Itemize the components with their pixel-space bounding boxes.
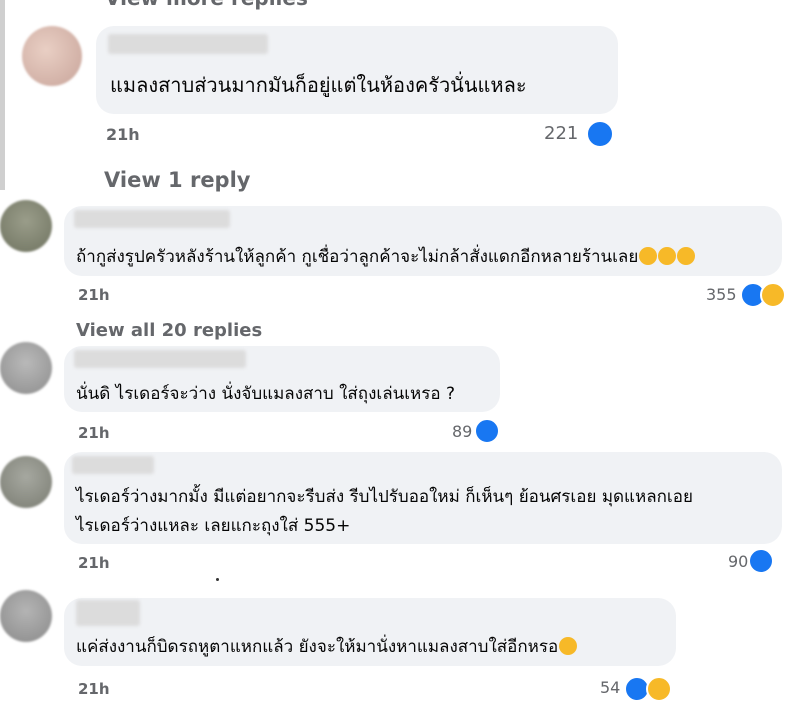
comment-text-line: ไรเดอร์ว่างแหละ เลยแกะถุงใส่ 555+ xyxy=(76,516,351,536)
comment-timestamp[interactable]: 21h xyxy=(78,554,110,572)
comment-text: ถ้ากูส่งรูปครัวหลังร้านให้ลูกค้า กูเชื่อ… xyxy=(76,244,696,270)
avatar[interactable] xyxy=(0,342,52,394)
view-all-replies-link[interactable]: View all 20 replies xyxy=(76,320,262,341)
view-reply-link[interactable]: View 1 reply xyxy=(104,168,250,192)
comment-text-line: ไรเดอร์ว่างมากมั้ง มีแต่อยากจะรีบส่ง รีบ… xyxy=(76,487,693,507)
comment-timestamp[interactable]: 21h xyxy=(78,286,110,304)
comment-text: แมลงสาบส่วนมากมันก็อยู่แต่ในห้องครัวนั่น… xyxy=(110,73,527,97)
reaction-count[interactable]: 221 xyxy=(544,123,578,144)
comment-timestamp[interactable]: 21h xyxy=(78,680,110,698)
avatar[interactable] xyxy=(0,590,52,642)
view-more-replies-link[interactable]: View more replies xyxy=(105,0,308,10)
rofl-emoji-icon xyxy=(677,247,696,265)
comment-timestamp[interactable]: 21h xyxy=(78,424,110,442)
commenter-name-redacted[interactable] xyxy=(72,456,154,474)
rofl-emoji-icon xyxy=(639,247,658,265)
commenter-name-redacted[interactable] xyxy=(74,350,246,368)
left-edge-divider xyxy=(0,0,5,190)
comment-timestamp[interactable]: 21h xyxy=(106,125,140,144)
haha-reaction-icon xyxy=(646,676,672,702)
separator-dot xyxy=(216,578,219,581)
comment-text: นั่นดิ ไรเดอร์จะว่าง นั่งจับแมลงสาบ ใส่ถ… xyxy=(76,384,456,404)
like-reaction-icon xyxy=(474,418,500,444)
reaction-count[interactable]: 89 xyxy=(452,422,472,441)
commenter-name-redacted[interactable] xyxy=(108,34,268,54)
avatar[interactable] xyxy=(22,26,82,86)
like-reaction-icon xyxy=(748,548,774,574)
commenter-name-redacted[interactable] xyxy=(76,600,140,626)
reaction-count[interactable]: 90 xyxy=(728,552,748,571)
reaction-count[interactable]: 355 xyxy=(706,285,737,304)
avatar[interactable] xyxy=(0,456,52,508)
avatar[interactable] xyxy=(0,200,52,252)
comment-text-body: ถ้ากูส่งรูปครัวหลังร้านให้ลูกค้า กูเชื่อ… xyxy=(76,247,639,267)
reaction-count[interactable]: 54 xyxy=(600,678,620,697)
like-reaction-icon xyxy=(586,120,614,148)
comment-text: แค่ส่งงานก็บิดรถหูตาแหกแล้ว ยังจะให้มานั… xyxy=(76,634,578,660)
rofl-emoji-icon xyxy=(658,247,677,265)
commenter-name-redacted[interactable] xyxy=(74,210,230,228)
comment-text-body: แค่ส่งงานก็บิดรถหูตาแหกแล้ว ยังจะให้มานั… xyxy=(76,637,559,657)
rofl-emoji-icon xyxy=(559,637,578,655)
haha-reaction-icon xyxy=(760,282,786,308)
